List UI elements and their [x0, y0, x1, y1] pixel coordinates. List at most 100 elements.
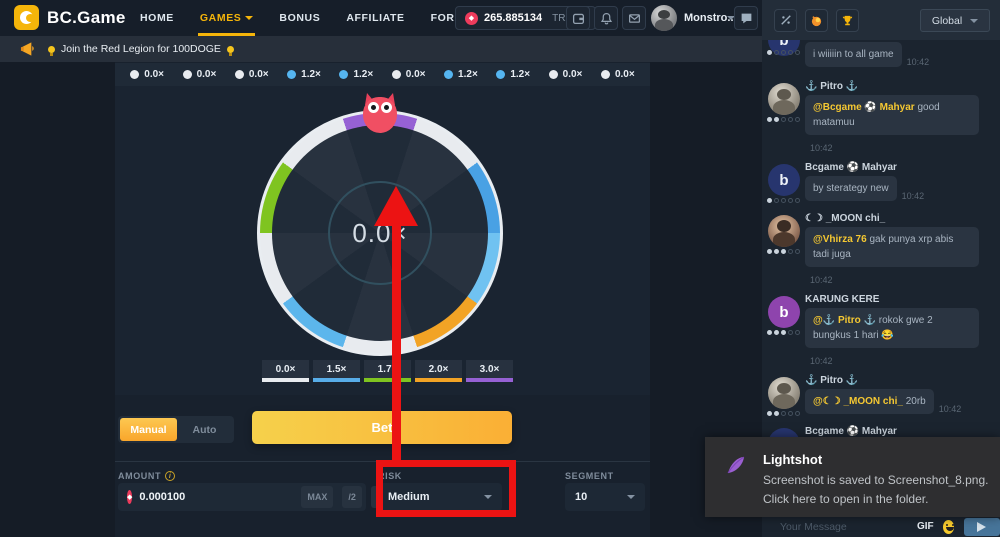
notification-body[interactable]: Screenshot is saved to Screenshot_8.png.…	[763, 471, 988, 508]
hot-bets-button[interactable]	[805, 9, 828, 32]
dice-icon	[780, 14, 792, 26]
auto-tab[interactable]: Auto	[177, 418, 232, 441]
chat-username[interactable]: ☾☽ _MOON chi_	[805, 213, 994, 224]
chat-timestamp: 10:42	[810, 143, 833, 153]
chat-bubble: i wiiiiin to all game	[805, 42, 902, 67]
notification-line1: Screenshot is saved to Screenshot_8.png.	[763, 473, 988, 487]
chat-avatar[interactable]	[768, 83, 800, 115]
nav-link-home[interactable]: HOME	[140, 0, 174, 36]
medal-dot-icon	[767, 50, 772, 55]
medal-dot-icon	[788, 330, 793, 335]
nav-link-bonus[interactable]: BONUS	[279, 0, 320, 36]
nav-link-games[interactable]: GAMES	[200, 0, 254, 36]
chat-room-dropdown[interactable]: Global	[920, 9, 990, 32]
notification-title: Lightshot	[763, 452, 822, 467]
max-button[interactable]: MAX	[301, 486, 333, 508]
medal-dot-icon	[788, 198, 793, 203]
segment-value: 10	[575, 491, 627, 503]
chat-mention[interactable]: @Bcgame ⚽ Mahyar	[813, 102, 917, 113]
notifications-button[interactable]	[594, 6, 618, 30]
nav-link-label: HOME	[140, 12, 174, 24]
chat-toggle-button[interactable]	[734, 6, 758, 30]
history-multiplier: 0.0×	[615, 69, 635, 80]
brand-name: BC.Game	[47, 8, 126, 28]
history-dot-icon	[444, 70, 453, 79]
dice-button[interactable]	[774, 9, 797, 32]
level-badges	[767, 330, 800, 335]
history-chip: 1.2×	[287, 69, 321, 80]
medal-dot-icon	[788, 50, 793, 55]
emoji-button[interactable]	[943, 520, 954, 534]
chat-avatar[interactable]: b	[768, 296, 800, 328]
chat-message-input[interactable]	[778, 520, 917, 534]
chat-timestamp: 10:42	[810, 275, 833, 285]
nav-link-label: GAMES	[200, 12, 242, 24]
owl-mascot-icon	[362, 93, 398, 133]
user-avatar[interactable]	[651, 5, 677, 31]
chat-message: bi wiiiiin to all game10:42	[767, 42, 994, 72]
bulb-icon	[227, 46, 234, 53]
chat-message: ☾☽ _MOON chi_@Vhirza 76 gak punya xrp ab…	[767, 213, 994, 285]
history-multiplier: 0.0×	[144, 69, 164, 80]
history-chip: 1.2×	[339, 69, 373, 80]
history-dot-icon	[235, 70, 244, 79]
announcement-bar[interactable]: Join the Red Legion for 100DOGE	[0, 36, 762, 62]
chat-username[interactable]: Bcgame ⚽ Mahyar	[805, 426, 994, 437]
nav-link-affiliate[interactable]: AFFILIATE	[346, 0, 404, 36]
half-button[interactable]: /2	[342, 486, 362, 508]
annotation-rectangle	[376, 460, 516, 517]
history-chip: 0.0×	[235, 69, 269, 80]
bulb-icon	[48, 46, 55, 53]
chat-username[interactable]: KARUNG KERE	[805, 294, 994, 305]
top-navbar: BC.Game HOMEGAMESBONUSAFFILIATEFORUM ◆ 2…	[0, 0, 762, 36]
history-chip: 0.0×	[549, 69, 583, 80]
history-multiplier: 0.0×	[406, 69, 426, 80]
medal-dot-icon	[774, 411, 779, 416]
medal-dot-icon	[767, 249, 772, 254]
chat-avatar[interactable]: b	[768, 164, 800, 196]
chat-mention[interactable]: @☾☽ _MOON chi_	[813, 396, 906, 407]
leaderboard-button[interactable]	[836, 9, 859, 32]
annotation-arrow-head	[374, 186, 418, 226]
announcement-text-row: Join the Red Legion for 100DOGE	[48, 43, 234, 55]
level-badges	[767, 411, 800, 416]
chat-avatar[interactable]	[768, 215, 800, 247]
medal-dot-icon	[781, 198, 786, 203]
chat-bubble: @⚓ Pitro ⚓ rokok gwe 2 bungkus 1 hari 😂	[805, 308, 979, 348]
chat-room-caret-icon	[970, 19, 978, 23]
chat-header: Global	[762, 0, 1000, 40]
gif-button[interactable]: GIF	[917, 521, 934, 532]
wallet-button[interactable]	[566, 6, 590, 30]
medal-dot-icon	[767, 117, 772, 122]
chat-mention[interactable]: @Vhirza 76	[813, 234, 869, 245]
info-icon[interactable]: i	[165, 471, 175, 481]
medal-dot-icon	[795, 249, 800, 254]
chat-username[interactable]: ⚓ Pitro ⚓	[805, 81, 994, 92]
history-multiplier: 1.2×	[353, 69, 373, 80]
chat-bubble-icon	[740, 12, 753, 25]
chat-mention[interactable]: @⚓ Pitro ⚓	[813, 315, 879, 326]
mail-button[interactable]	[622, 6, 646, 30]
lightshot-notification[interactable]: Lightshot Screenshot is saved to Screens…	[705, 437, 1000, 517]
amount-input[interactable]	[139, 491, 292, 503]
send-arrow-icon	[977, 522, 986, 532]
bet-button[interactable]: Bet	[252, 411, 512, 444]
legend-multiplier: 1.7×	[364, 360, 411, 382]
feather-icon	[725, 454, 747, 476]
history-multiplier: 0.0×	[563, 69, 583, 80]
history-chip: 0.0×	[601, 69, 635, 80]
chat-avatar[interactable]	[768, 377, 800, 409]
brand-logo[interactable]: BC.Game	[14, 5, 126, 30]
medal-dot-icon	[767, 198, 772, 203]
nav-link-label: AFFILIATE	[346, 12, 404, 24]
history-multiplier: 1.2×	[458, 69, 478, 80]
chat-username[interactable]: ⚓ Pitro ⚓	[805, 375, 994, 386]
chat-username[interactable]: Bcgame ⚽ Mahyar	[805, 162, 994, 173]
history-multiplier: 1.2×	[510, 69, 530, 80]
send-button[interactable]	[964, 518, 1000, 536]
bell-icon	[600, 12, 613, 25]
manual-tab[interactable]: Manual	[120, 418, 177, 441]
chat-timestamp: 10:42	[939, 404, 962, 414]
medal-dot-icon	[774, 50, 779, 55]
segment-dropdown[interactable]: 10	[565, 483, 645, 511]
